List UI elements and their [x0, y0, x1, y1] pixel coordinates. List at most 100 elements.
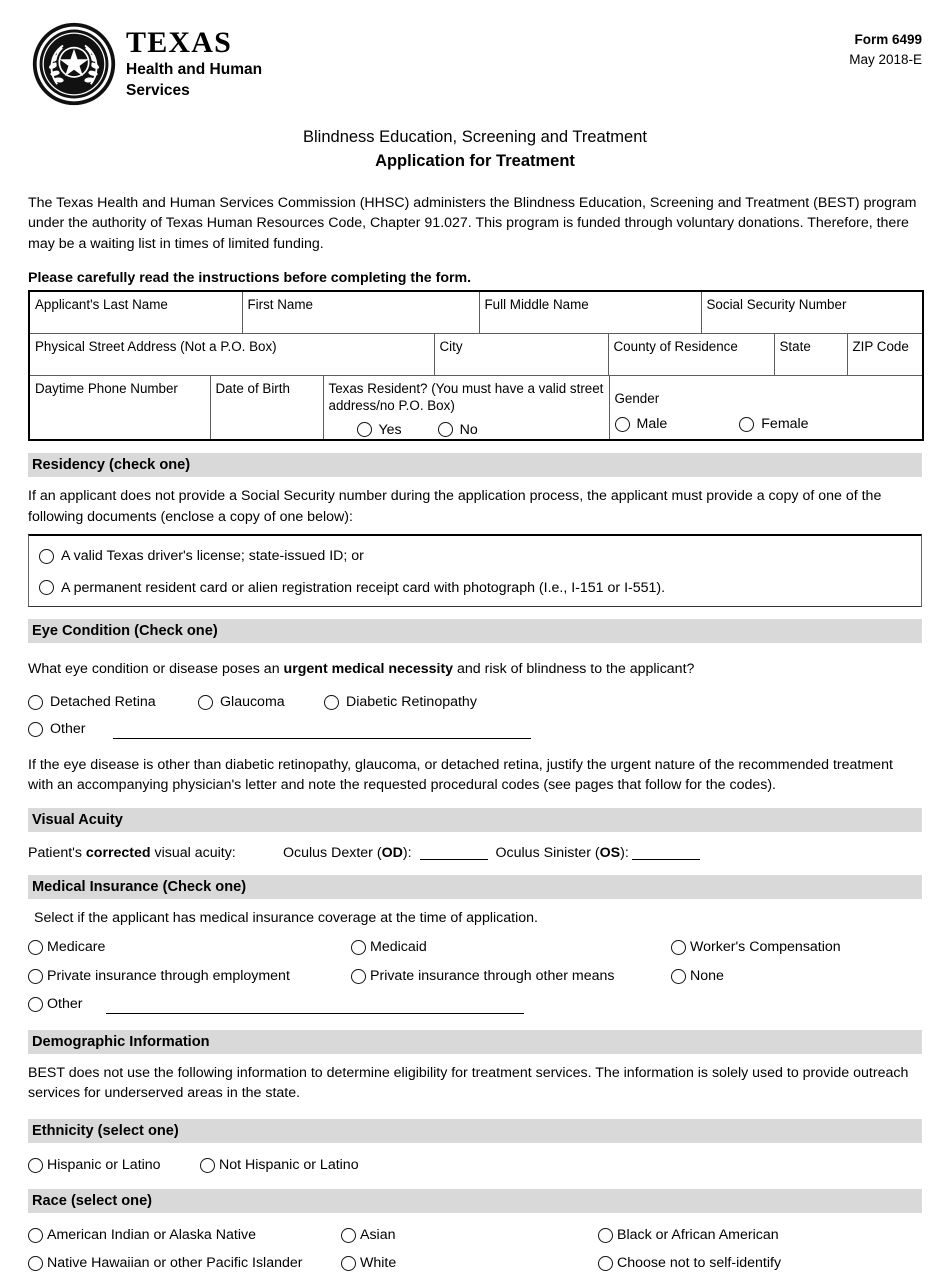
radio-detached-retina[interactable]: Detached Retina [28, 693, 198, 711]
race-options-grid: American Indian or Alaska Native Native … [28, 1226, 922, 1272]
od-label: Oculus Dexter (OD): [283, 845, 412, 861]
radio-not-hispanic-or-latino[interactable]: Not Hispanic or Latino [200, 1156, 359, 1174]
insurance-options-grid: Medicare Private insurance through emplo… [28, 938, 922, 985]
intro-paragraph: The Texas Health and Human Services Comm… [28, 194, 917, 252]
radio-medicare[interactable]: Medicare [28, 938, 351, 956]
radio-circle-icon [28, 1228, 43, 1244]
section-header-residency: Residency (check one) [28, 453, 922, 478]
radio-gender-female[interactable]: Female [739, 415, 809, 433]
radio-label: No [459, 421, 478, 438]
radio-label: A permanent resident card or alien regis… [61, 579, 666, 596]
radio-residency-resident-card[interactable]: A permanent resident card or alien regis… [39, 579, 913, 597]
radio-circle-icon [28, 721, 43, 737]
radio-workers-compensation[interactable]: Worker's Compensation [671, 938, 841, 956]
field-first-name[interactable]: First Name [241, 290, 480, 334]
texas-state-seal-icon [32, 22, 116, 106]
os-input[interactable] [631, 845, 700, 860]
radio-native-hawaiian-pacific-islander[interactable]: Native Hawaiian or other Pacific Islande… [28, 1254, 341, 1272]
radio-label: A valid Texas driver's license; state-is… [61, 548, 364, 565]
radio-white[interactable]: White [341, 1254, 598, 1272]
radio-black-african-american[interactable]: Black or African American [598, 1226, 781, 1244]
field-label: State [779, 338, 811, 354]
radio-insurance-other[interactable]: Other [28, 995, 82, 1013]
field-last-name[interactable]: Applicant's Last Name [28, 290, 243, 334]
radio-none[interactable]: None [671, 967, 841, 985]
radio-glaucoma[interactable]: Glaucoma [198, 693, 324, 711]
od-label-pre: Oculus Dexter ( [283, 844, 382, 861]
radio-circle-icon [28, 940, 43, 956]
radio-circle-icon [39, 549, 54, 565]
radio-label: Other [47, 996, 83, 1013]
radio-residency-drivers-license[interactable]: A valid Texas driver's license; state-is… [39, 547, 913, 565]
question-pre: What eye condition or disease poses an [28, 661, 284, 678]
eye-condition-other-input[interactable] [113, 722, 532, 739]
field-ssn[interactable]: Social Security Number [700, 290, 924, 334]
field-city[interactable]: City [433, 332, 609, 376]
radio-diabetic-retinopathy[interactable]: Diabetic Retinopathy [324, 693, 477, 711]
radio-label: Choose not to self-identify [617, 1254, 782, 1271]
radio-circle-icon [437, 422, 453, 438]
page-title: Application for Treatment [375, 152, 575, 171]
field-phone[interactable]: Daytime Phone Number [28, 374, 211, 442]
radio-label: Yes [378, 421, 402, 438]
table-row: Physical Street Address (Not a P.O. Box)… [28, 332, 924, 376]
radio-circle-icon [351, 940, 366, 956]
insurance-other-input[interactable] [106, 997, 525, 1014]
radio-circle-icon [739, 416, 755, 432]
field-middle-name[interactable]: Full Middle Name [478, 290, 702, 334]
radio-circle-icon [598, 1255, 613, 1271]
field-zip[interactable]: ZIP Code [846, 332, 924, 376]
radio-label: Black or African American [617, 1227, 779, 1244]
radio-circle-icon [671, 968, 686, 984]
os-label-pre: Oculus Sinister ( [495, 844, 600, 861]
table-row: Applicant's Last Name First Name Full Mi… [28, 290, 924, 334]
field-street-address[interactable]: Physical Street Address (Not a P.O. Box) [28, 332, 435, 376]
radio-american-indian-alaska-native[interactable]: American Indian or Alaska Native [28, 1226, 341, 1244]
radio-label: Other [50, 721, 86, 738]
field-county[interactable]: County of Residence [607, 332, 775, 376]
os-label-bold: OS [599, 844, 621, 861]
radio-private-other-means[interactable]: Private insurance through other means [351, 967, 671, 985]
radio-resident-no[interactable]: No [437, 421, 478, 439]
od-label-bold: OD [381, 844, 403, 861]
field-label: Gender [614, 390, 660, 406]
radio-label: Diabetic Retinopathy [346, 693, 477, 710]
radio-resident-yes[interactable]: Yes [356, 421, 402, 439]
radio-label: Medicaid [370, 939, 427, 956]
radio-label: American Indian or Alaska Native [47, 1227, 256, 1244]
field-label: Daytime Phone Number [35, 380, 178, 396]
od-input[interactable] [419, 845, 488, 860]
logo-subline-1: Health and Human [126, 60, 263, 78]
radio-medicaid[interactable]: Medicaid [351, 938, 671, 956]
radio-gender-male[interactable]: Male [614, 415, 668, 433]
radio-circle-icon [28, 1255, 43, 1271]
field-label: City [439, 338, 463, 354]
radio-asian[interactable]: Asian [341, 1226, 598, 1244]
radio-label: Private insurance through employment [47, 967, 290, 984]
acuity-suffix: visual acuity: [150, 844, 236, 861]
field-label: Date of Birth [215, 380, 290, 396]
radio-private-employment[interactable]: Private insurance through employment [28, 967, 351, 985]
field-label: Physical Street Address (Not a P.O. Box) [35, 338, 277, 354]
table-row: Daytime Phone Number Date of Birth Texas… [28, 374, 924, 442]
insurance-other-row: Other [28, 995, 922, 1014]
radio-circle-icon [28, 694, 43, 710]
radio-choose-not-to-self-identify[interactable]: Choose not to self-identify [598, 1254, 781, 1272]
field-label: Applicant's Last Name [35, 297, 168, 313]
form-meta: Form 6499 May 2018-E [849, 30, 922, 69]
radio-eye-condition-other[interactable]: Other [28, 720, 85, 738]
radio-circle-icon [671, 940, 686, 956]
eye-condition-options-row: Detached Retina Glaucoma Diabetic Retino… [28, 693, 922, 711]
section-header-medical-insurance: Medical Insurance (Check one) [28, 874, 922, 899]
form-revision: May 2018-E [849, 51, 922, 67]
radio-hispanic-or-latino[interactable]: Hispanic or Latino [28, 1156, 200, 1174]
radio-label: Asian [360, 1227, 396, 1244]
radio-label: Worker's Compensation [690, 939, 841, 956]
radio-label: Male [636, 416, 668, 433]
field-state[interactable]: State [773, 332, 848, 376]
field-dob[interactable]: Date of Birth [209, 374, 324, 442]
acuity-bold: corrected [85, 844, 151, 861]
instruction-line: Please carefully read the instructions b… [28, 270, 472, 287]
radio-label: Female [761, 416, 809, 433]
radio-circle-icon [598, 1228, 613, 1244]
